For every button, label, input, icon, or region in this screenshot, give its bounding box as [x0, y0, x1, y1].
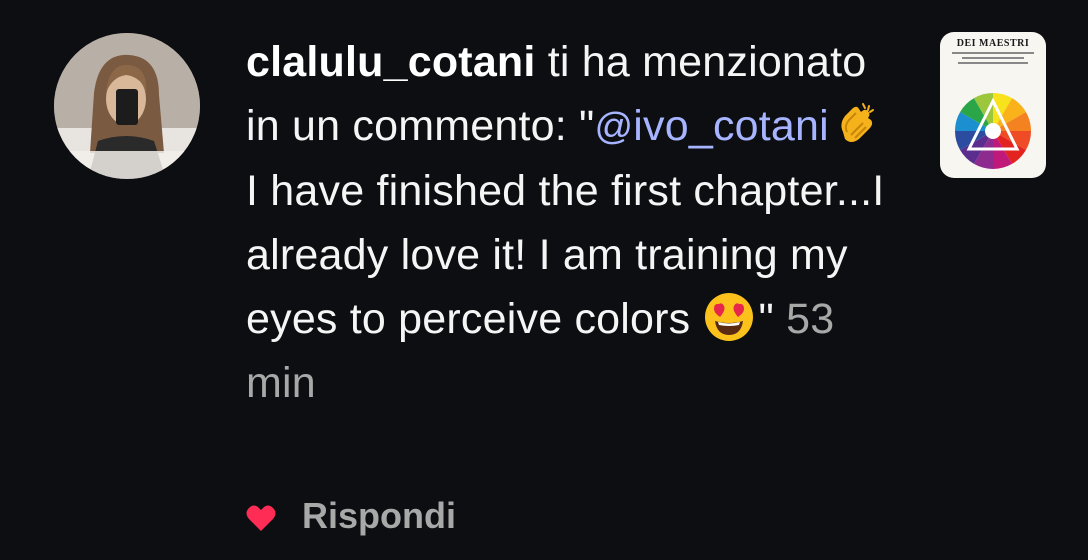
mention-username: ivo_cotani: [633, 102, 829, 150]
quote-close: ": [758, 295, 787, 343]
avatar-photo: [54, 33, 200, 179]
avatar[interactable]: [54, 33, 200, 179]
actions-row: Rispondi: [246, 492, 456, 540]
clapping-hands-icon: [841, 103, 874, 142]
heart-eyes-face-icon: [704, 293, 753, 341]
notification-text[interactable]: clalulu_cotani ti ha menzionato in un co…: [246, 30, 906, 415]
quote-open: ": [579, 102, 595, 150]
book-title: DEI MAESTRI: [956, 38, 1030, 49]
color-wheel-icon: [955, 93, 1031, 169]
username-link[interactable]: clalulu_cotani: [246, 38, 536, 86]
book-subtitle-lines: [952, 52, 1034, 66]
threads-at-icon: @: [594, 106, 634, 148]
mention-link[interactable]: @ivo_cotani: [595, 102, 829, 150]
reply-button[interactable]: Rispondi: [302, 495, 456, 537]
post-thumbnail[interactable]: DEI MAESTRI: [940, 32, 1046, 178]
heart-icon[interactable]: [246, 504, 276, 532]
